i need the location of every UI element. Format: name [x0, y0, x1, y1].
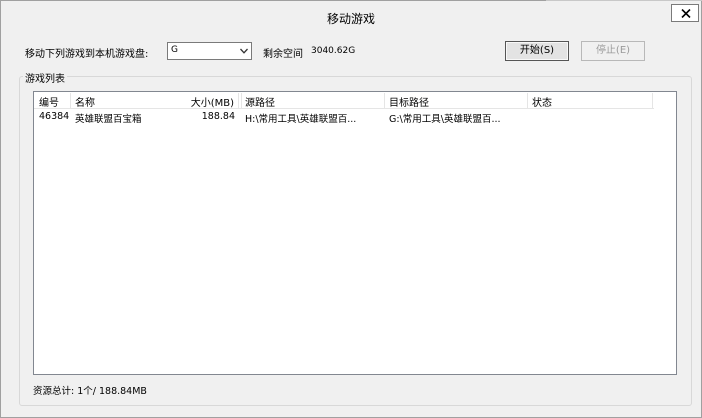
column-divider[interactable] — [241, 93, 242, 108]
cell-id: 46384 — [39, 111, 70, 122]
free-space-label: 剩余空间 — [263, 49, 303, 60]
column-divider[interactable] — [70, 93, 71, 108]
background-edge — [546, 0, 702, 1]
column-divider[interactable] — [652, 93, 653, 108]
column-header-target[interactable]: 目标路径 — [389, 94, 429, 109]
column-divider[interactable] — [238, 93, 239, 108]
column-divider[interactable] — [527, 93, 528, 108]
cell-name: 英雄联盟百宝箱 — [75, 114, 142, 125]
free-space-value: 3040.62G — [311, 46, 356, 56]
target-drive-label: 移动下列游戏到本机游戏盘: — [25, 49, 149, 60]
close-button[interactable] — [671, 4, 699, 22]
column-header-source[interactable]: 源路径 — [245, 94, 275, 109]
title-bar: 移动游戏 — [1, 1, 701, 33]
column-header-status[interactable]: 状态 — [532, 94, 552, 109]
target-drive-value: G — [171, 45, 178, 55]
game-list-view[interactable]: 编号 名称 大小(MB) 源路径 目标路径 状态 46384 英雄联盟百宝箱 1… — [33, 91, 677, 375]
column-divider[interactable] — [384, 93, 385, 108]
start-button[interactable]: 开始(S) — [505, 41, 569, 61]
game-list-title: 游戏列表 — [23, 70, 67, 85]
cell-source: H:\常用工具\英雄联盟百... — [245, 114, 357, 125]
close-icon — [681, 9, 691, 18]
cell-size: 188.84 — [201, 111, 235, 122]
list-header: 编号 名称 大小(MB) 源路径 目标路径 状态 — [34, 92, 654, 109]
cell-target: G:\常用工具\英雄联盟百... — [389, 114, 501, 125]
column-header-name[interactable]: 名称 — [75, 94, 95, 109]
stop-button[interactable]: 停止(E) — [581, 41, 645, 61]
target-drive-select[interactable]: G — [167, 42, 252, 60]
resource-summary: 资源总计: 1个/ 188.84MB — [33, 386, 147, 397]
column-header-id[interactable]: 编号 — [39, 94, 59, 109]
move-game-dialog: 移动游戏 移动下列游戏到本机游戏盘: G 剩余空间 3040.62G 开始(S)… — [0, 0, 702, 418]
window-title: 移动游戏 — [326, 12, 375, 26]
chevron-down-icon — [240, 48, 248, 54]
column-header-size[interactable]: 大小(MB) — [174, 94, 234, 109]
